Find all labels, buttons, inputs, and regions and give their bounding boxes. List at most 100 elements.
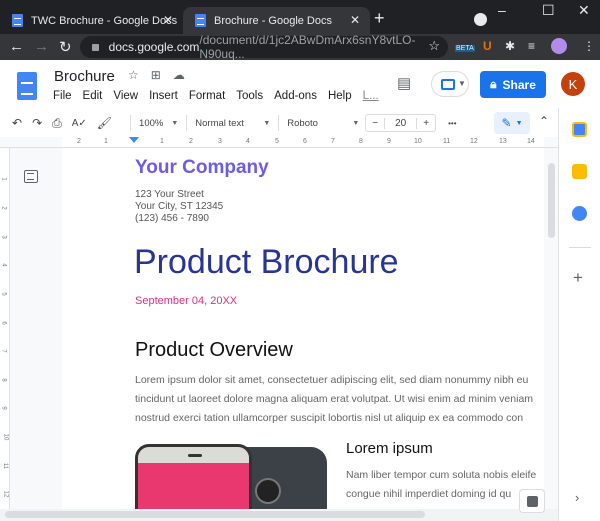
body-line: Lorem ipsum dolor sit amet, consectetuer… [135, 374, 529, 386]
url-domain: docs.google.com [108, 40, 200, 54]
lock-icon [92, 43, 99, 51]
add-on-plus-icon[interactable]: + [573, 268, 583, 288]
ruler-tick: 9 [387, 138, 391, 145]
tab-brochure[interactable]: Brochure - Google Docs ✕ [183, 7, 370, 34]
share-button[interactable]: 🔒︎ Share [480, 71, 546, 98]
minimize-button[interactable]: – [498, 2, 506, 18]
sub-body: Nam liber tempor cum soluta nobis eleife… [346, 466, 536, 504]
last-edit-link[interactable]: L... [363, 90, 379, 102]
chrome-menu-icon[interactable]: ⋮ [583, 39, 595, 53]
close-tab-icon[interactable]: ✕ [163, 13, 173, 27]
chevron-down-icon: ▼ [171, 119, 179, 127]
document-page[interactable]: Your Company 123 Your Street Your City, … [62, 148, 544, 511]
present-button[interactable]: ▼ [431, 71, 469, 97]
ruler-tick: 2 [77, 138, 81, 145]
ruler-tick: 7 [0, 349, 7, 353]
spellcheck-icon[interactable]: A✓ [72, 118, 87, 129]
ruler-tick: 1 [104, 138, 108, 145]
menu-insert[interactable]: Insert [149, 90, 178, 102]
style-select[interactable]: Normal text ▼ [195, 118, 270, 129]
tab-search-icon[interactable] [474, 13, 487, 26]
ruler-tick: 4 [0, 263, 7, 267]
url-path: /document/d/1jc2ABwDmArx6snY8vtLO-N90uq.… [199, 33, 416, 61]
u-extension-icon[interactable]: U [483, 39, 492, 53]
move-folder-icon[interactable]: ⊞ [151, 68, 161, 82]
body-line: tincidunt ut laoreet dolore magna aliqua… [135, 393, 534, 405]
keep-icon[interactable] [572, 164, 587, 179]
tab-title: Brochure - Google Docs [214, 14, 332, 27]
ruler-tick: 9 [0, 406, 7, 410]
address-line: 123 Your Street [135, 189, 204, 200]
chevron-down-icon: ▼ [263, 119, 271, 127]
sub-heading: Lorem ipsum [346, 440, 433, 457]
docs-header: Brochure ☆ ⊞ ☁ File Edit View Insert For… [0, 60, 600, 108]
bookmark-star-icon[interactable]: ☆ [428, 38, 440, 54]
new-tab-button[interactable]: + [374, 8, 385, 29]
font-select[interactable]: Roboto ▼ [287, 118, 359, 129]
redo-icon[interactable]: ↷ [32, 116, 42, 130]
decrease-font-size-button[interactable]: − [366, 118, 384, 129]
profile-avatar-icon[interactable] [551, 38, 567, 54]
font-size-input[interactable]: 20 [384, 117, 418, 129]
more-options-icon[interactable]: ••• [448, 119, 456, 128]
menu-format[interactable]: Format [189, 90, 225, 102]
docs-logo-icon[interactable] [17, 72, 37, 100]
media-control-icon[interactable]: ≡ [528, 39, 535, 53]
reload-icon[interactable]: ↻ [59, 38, 72, 56]
ruler-tick: 1 [160, 138, 164, 145]
zoom-value: 100% [139, 117, 164, 129]
beta-extension-icon[interactable]: BETA [455, 45, 475, 52]
divider [278, 115, 280, 131]
cloud-saved-icon[interactable]: ☁ [173, 68, 185, 82]
ruler-tick: 8 [359, 138, 363, 145]
close-tab-icon[interactable]: ✕ [350, 13, 360, 27]
star-icon[interactable]: ☆ [128, 68, 139, 82]
print-icon[interactable]: ⎙ [52, 116, 62, 131]
document-outline-icon[interactable] [24, 170, 38, 183]
body-line: Nam liber tempor cum soluta nobis eleife [346, 469, 537, 481]
document-title[interactable]: Brochure [54, 68, 115, 85]
account-avatar[interactable]: K [561, 72, 585, 96]
tab-title: TWC Brochure - Google Docs [31, 14, 178, 27]
company-address: 123 Your Street Your City, ST 12345 (123… [135, 189, 223, 225]
pencil-icon: ✎ [501, 116, 512, 130]
divider [186, 115, 188, 131]
menu-tools[interactable]: Tools [236, 90, 263, 102]
maximize-button[interactable]: ☐ [542, 2, 555, 19]
ruler-tick: 1 [0, 177, 7, 181]
ruler-tick: 12 [470, 138, 478, 145]
section-heading: Product Overview [135, 339, 293, 361]
comment-history-icon[interactable]: ▤ [397, 74, 411, 92]
address-line: (123) 456 - 7890 [135, 213, 209, 224]
expand-panel-icon[interactable]: › [575, 490, 579, 505]
menu-view[interactable]: View [113, 90, 138, 102]
menu-help[interactable]: Help [328, 90, 352, 102]
close-window-button[interactable]: ✕ [578, 2, 590, 19]
tasks-icon[interactable] [572, 206, 587, 221]
menu-file[interactable]: File [53, 90, 72, 102]
forward-icon[interactable]: → [34, 38, 49, 55]
lock-icon: 🔒︎ [490, 77, 497, 91]
explore-button[interactable] [519, 489, 545, 513]
undo-icon[interactable]: ↶ [12, 116, 22, 130]
horizontal-scrollbar[interactable] [5, 511, 425, 518]
tab-twc-brochure[interactable]: TWC Brochure - Google Docs ✕ [0, 7, 183, 34]
ruler-tick: 10 [2, 433, 9, 441]
back-icon[interactable]: ← [9, 38, 24, 55]
ruler-tick: 5 [0, 292, 7, 296]
calendar-icon[interactable] [572, 122, 587, 137]
editing-mode-button[interactable]: ✎ ▼ [494, 112, 530, 134]
url-input[interactable]: docs.google.com /document/d/1jc2ABwDmArx… [80, 33, 448, 61]
ruler-tick: 7 [331, 138, 335, 145]
vertical-scrollbar[interactable] [548, 163, 555, 238]
zoom-select[interactable]: 100% ▼ [139, 118, 178, 129]
menu-addons[interactable]: Add-ons [274, 90, 317, 102]
paint-format-icon[interactable]: 🖌︎ [97, 116, 112, 130]
hide-menus-icon[interactable]: ⌃ [539, 114, 549, 128]
vertical-ruler: 1 2 3 4 5 6 7 8 9 10 11 12 [0, 148, 10, 511]
menu-edit[interactable]: Edit [83, 90, 103, 102]
indent-marker[interactable] [129, 137, 139, 143]
ruler-tick: 6 [303, 138, 307, 145]
increase-font-size-button[interactable]: + [417, 118, 435, 129]
extensions-puzzle-icon[interactable]: ✱ [505, 39, 515, 53]
